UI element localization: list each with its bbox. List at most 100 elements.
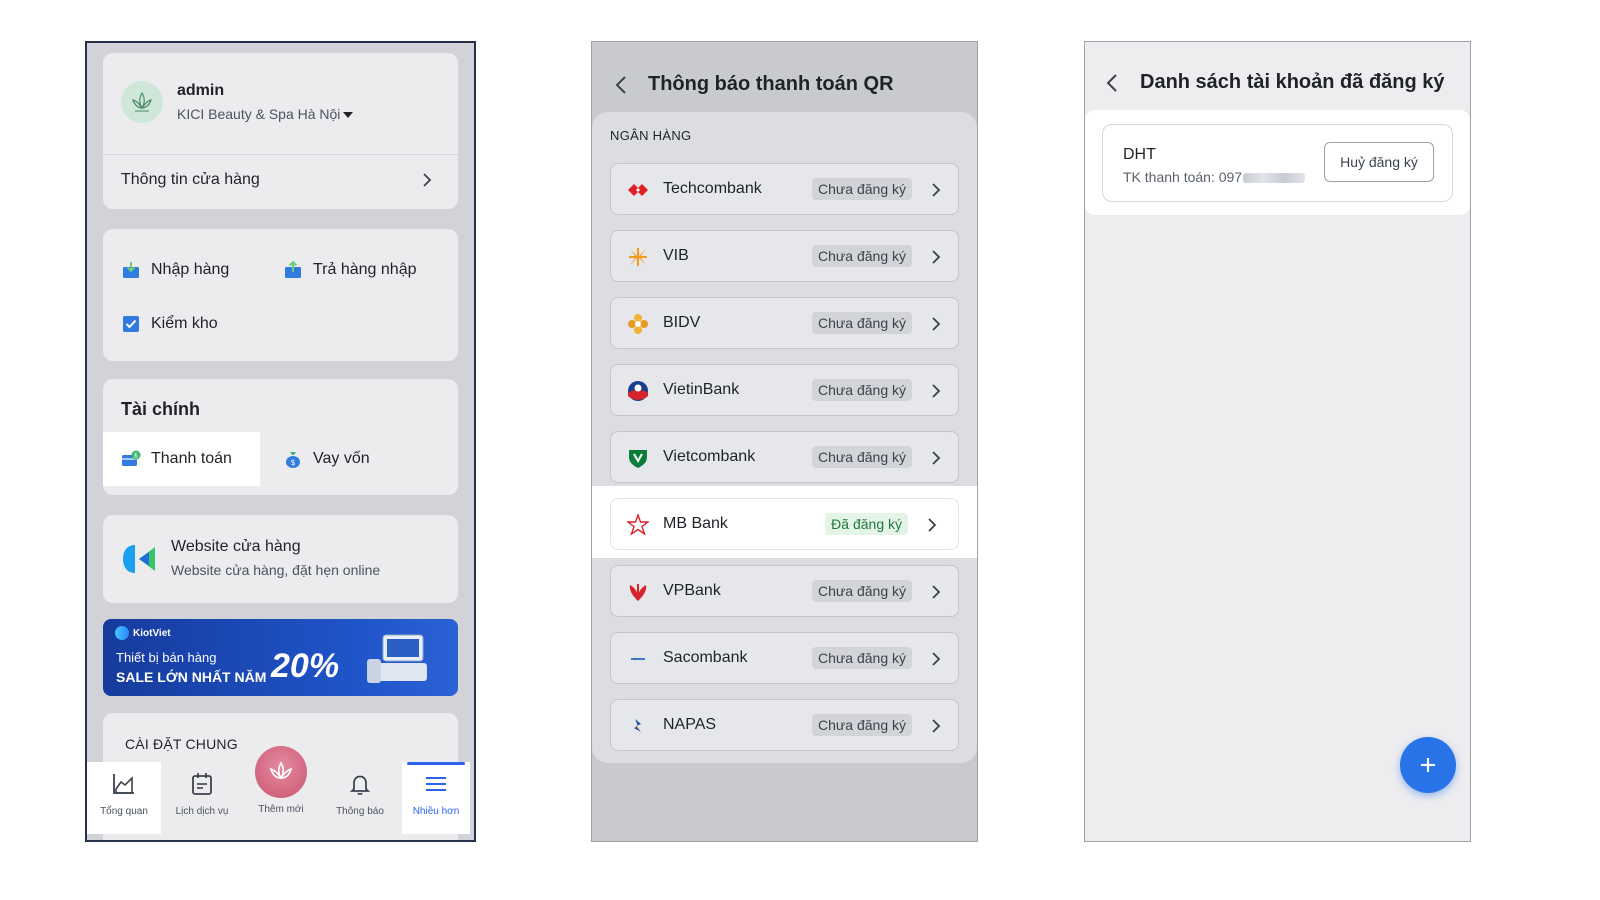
- menu-item-loan[interactable]: $ Vay vốn: [283, 449, 370, 469]
- tab-more[interactable]: Nhiều hơn: [402, 762, 470, 834]
- tab-bar: Tổng quan Lịch dịch vụ Thêm mới Thông bá…: [87, 744, 474, 840]
- store-selector[interactable]: KICI Beauty & Spa Hà Nội: [177, 106, 354, 122]
- tab-schedule[interactable]: Lịch dịch vụ: [165, 762, 239, 834]
- add-account-button[interactable]: [1400, 737, 1456, 793]
- import-box-icon: [123, 262, 139, 278]
- menu-item-label: Kiểm kho: [151, 315, 218, 332]
- chevron-right-icon: [423, 173, 432, 187]
- section-label: NGÂN HÀNG: [610, 128, 692, 143]
- svg-text:$: $: [134, 452, 138, 460]
- chevron-right-icon: [932, 183, 941, 197]
- money-bag-icon: $: [286, 452, 300, 468]
- bell-icon: [349, 775, 371, 795]
- status-badge: Chưa đăng ký: [812, 245, 912, 267]
- bank-row-vietinbank[interactable]: VietinBank Chưa đăng ký: [610, 364, 959, 416]
- page-title: Danh sách tài khoản đã đăng ký: [1140, 71, 1445, 93]
- payment-card-icon: $: [122, 450, 141, 466]
- lotus-logo-icon: [132, 91, 152, 112]
- kiotviet-logo-icon: [123, 545, 155, 573]
- menu-item-stocktake[interactable]: Kiểm kho: [121, 314, 218, 334]
- bank-row-vib[interactable]: VIB Chưa đăng ký: [610, 230, 959, 282]
- svg-text:$: $: [290, 458, 295, 467]
- bank-row-vpbank[interactable]: VPBank Chưa đăng ký: [610, 565, 959, 617]
- bank-name: Sacombank: [663, 649, 748, 666]
- menu-item-return-import[interactable]: Trả hàng nhập: [283, 260, 416, 280]
- header: Thông báo thanh toán QR: [592, 42, 977, 112]
- tab-label: Nhiều hơn: [412, 806, 460, 817]
- bank-name: BIDV: [663, 314, 701, 331]
- bank-row-vietcombank[interactable]: Vietcombank Chưa đăng ký: [610, 431, 959, 483]
- vietinbank-logo-icon: [628, 381, 648, 401]
- caret-down-icon: [343, 112, 354, 119]
- menu-item-label: Vay vốn: [313, 450, 370, 467]
- unregister-button[interactable]: Huỷ đăng ký: [1324, 142, 1434, 182]
- bank-row-bidv[interactable]: BIDV Chưa đăng ký: [610, 297, 959, 349]
- pos-device-icon: [367, 634, 427, 683]
- page-title: Thông báo thanh toán QR: [648, 73, 894, 95]
- back-arrow-icon[interactable]: [614, 75, 628, 95]
- more-menu-screen: admin KICI Beauty & Spa Hà Nội Thông tin…: [85, 41, 476, 842]
- inventory-card: Nhập hàng Trả hàng nhập Kiểm kho: [103, 229, 458, 361]
- bank-row-napas[interactable]: NAPAS Chưa đăng ký: [610, 699, 959, 751]
- chevron-right-icon: [928, 518, 937, 532]
- plus-icon: [1421, 758, 1435, 772]
- lotus-icon: [269, 761, 293, 780]
- chevron-right-icon: [932, 384, 941, 398]
- status-badge: Chưa đăng ký: [812, 446, 912, 468]
- banner-brand-text: KiotViet: [133, 627, 171, 639]
- calendar-icon: [192, 773, 212, 795]
- techcombank-logo-icon: [628, 184, 648, 196]
- tab-overview[interactable]: Tổng quan: [87, 762, 161, 834]
- chevron-right-icon: [932, 719, 941, 733]
- store-name: KICI Beauty & Spa Hà Nội: [177, 106, 341, 122]
- store-info-link[interactable]: Thông tin cửa hàng: [121, 171, 260, 189]
- banner-line2: SALE LỚN NHẤT NĂM: [116, 669, 267, 685]
- bank-row-sacombank[interactable]: Sacombank Chưa đăng ký: [610, 632, 959, 684]
- chevron-right-icon: [932, 451, 941, 465]
- vib-logo-icon: [629, 248, 647, 266]
- bank-name: Vietcombank: [663, 448, 756, 465]
- chevron-right-icon: [932, 652, 941, 666]
- account-name: DHT: [1123, 146, 1156, 163]
- bank-row-mbbank[interactable]: MB Bank Đã đăng ký: [610, 498, 959, 550]
- qr-payment-notification-screen: Thông báo thanh toán QR NGÂN HÀNG Techco…: [591, 41, 978, 842]
- menu-item-label: Trả hàng nhập: [313, 261, 417, 278]
- status-badge: Chưa đăng ký: [812, 647, 912, 669]
- status-badge: Chưa đăng ký: [812, 714, 912, 736]
- tab-label: Thông báo: [336, 806, 384, 817]
- status-badge-registered: Đã đăng ký: [825, 513, 908, 535]
- sacombank-logo-icon: [631, 658, 645, 660]
- tab-notifications[interactable]: Thông báo: [323, 762, 397, 834]
- bank-name: NAPAS: [663, 716, 717, 733]
- menu-item-import[interactable]: Nhập hàng: [121, 260, 229, 280]
- masked-digits: [1243, 173, 1306, 184]
- checkbox-icon: [123, 316, 139, 332]
- active-indicator: [407, 762, 465, 765]
- website-card[interactable]: Website cửa hàng Website cửa hàng, đặt h…: [103, 515, 458, 603]
- mbbank-star-logo-icon: [627, 514, 649, 536]
- chevron-right-icon: [932, 250, 941, 264]
- account-card: DHT TK thanh toán: 097 Huỷ đăng ký: [1102, 124, 1453, 202]
- vpbank-logo-icon: [629, 584, 647, 601]
- back-arrow-icon[interactable]: [1105, 73, 1119, 93]
- promo-banner[interactable]: KiotViet Thiết bị bán hàng SALE LỚN NHẤT…: [103, 619, 458, 696]
- registered-accounts-screen: Danh sách tài khoản đã đăng ký DHT TK th…: [1084, 41, 1471, 842]
- bank-row-techcombank[interactable]: Techcombank Chưa đăng ký: [610, 163, 959, 215]
- status-badge: Chưa đăng ký: [812, 580, 912, 602]
- add-new-label: Thêm mới: [258, 804, 304, 815]
- bank-name: Techcombank: [663, 180, 762, 197]
- website-title: Website cửa hàng: [171, 538, 301, 555]
- chevron-right-icon: [932, 585, 941, 599]
- banner-percent: 20%: [271, 647, 340, 685]
- user-name: admin: [177, 82, 225, 99]
- bank-name: VietinBank: [663, 381, 740, 398]
- menu-item-payment[interactable]: $ Thanh toán: [121, 449, 232, 469]
- avatar: [121, 81, 163, 123]
- napas-logo-icon: [634, 719, 641, 732]
- banner-line1: Thiết bị bán hàng: [116, 650, 217, 665]
- menu-item-label: Nhập hàng: [151, 261, 230, 278]
- bidv-logo-icon: [628, 314, 648, 334]
- bank-name: MB Bank: [663, 515, 728, 532]
- add-new-button[interactable]: [255, 746, 307, 798]
- chevron-right-icon: [932, 317, 941, 331]
